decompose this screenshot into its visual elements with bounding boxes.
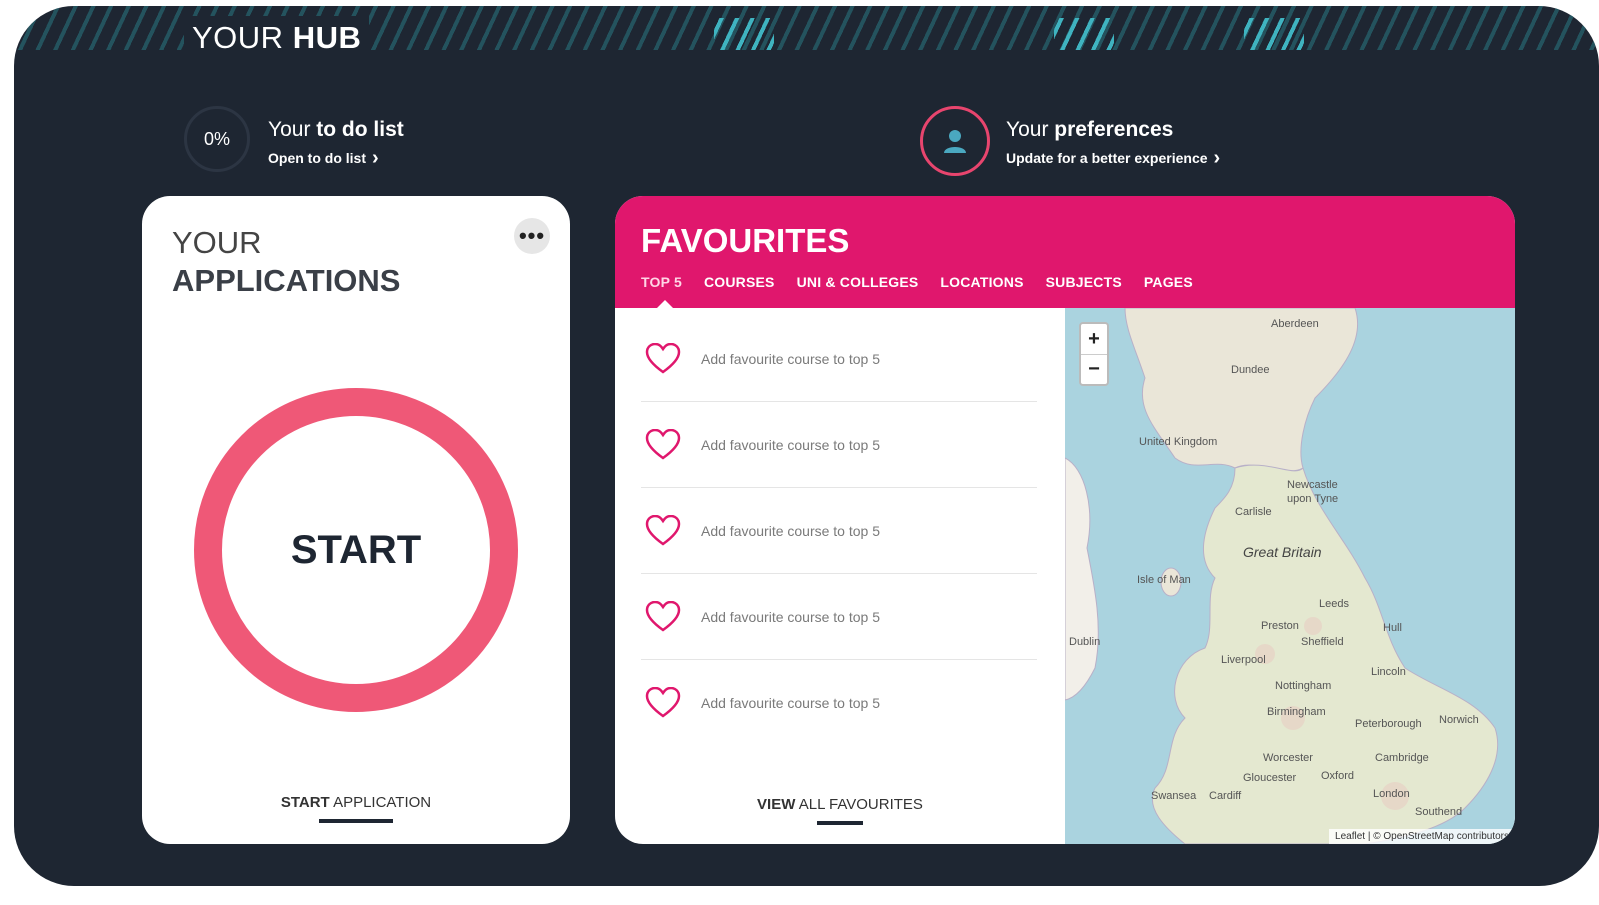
- map-label: Liverpool: [1221, 654, 1266, 666]
- open-todo-link[interactable]: Open to do list ›: [268, 147, 404, 169]
- preferences-section: Your preferences Update for a better exp…: [1006, 118, 1221, 169]
- map-label: Lincoln: [1371, 666, 1406, 678]
- applications-card: YOUR APPLICATIONS ••• START START APPLIC…: [142, 196, 570, 844]
- view-all-bold: VIEW: [757, 796, 796, 813]
- favourites-map[interactable]: + − Aberdeen Dundee United Kingdom Newca…: [1065, 308, 1515, 844]
- map-label: Nottingham: [1275, 680, 1332, 692]
- list-item[interactable]: Add favourite course to top 5: [641, 574, 1037, 660]
- chevron-right-icon: ›: [1213, 147, 1221, 169]
- map-zoom-controls: + −: [1079, 322, 1109, 386]
- tab-pages[interactable]: PAGES: [1144, 274, 1193, 290]
- favourites-card: FAVOURITES TOP 5 COURSES UNI & COLLEGES …: [615, 196, 1515, 844]
- update-preferences-link[interactable]: Update for a better experience ›: [1006, 147, 1221, 169]
- more-dots-icon: •••: [518, 223, 546, 248]
- tab-subjects[interactable]: SUBJECTS: [1046, 274, 1122, 290]
- favourite-item-text: Add favourite course to top 5: [701, 350, 880, 367]
- update-preferences-link-text: Update for a better experience: [1006, 150, 1208, 166]
- list-item[interactable]: Add favourite course to top 5: [641, 402, 1037, 488]
- more-options-button[interactable]: •••: [514, 218, 550, 254]
- start-progress-ring[interactable]: START: [194, 388, 518, 712]
- list-item[interactable]: Add favourite course to top 5: [641, 660, 1037, 746]
- map-label: Worcester: [1263, 752, 1313, 764]
- chevron-right-icon: ›: [372, 147, 379, 169]
- zoom-in-button[interactable]: +: [1081, 324, 1107, 354]
- map-label: Aberdeen: [1271, 318, 1319, 330]
- todo-heading-regular: Your: [268, 118, 311, 141]
- hub-title-regular: YOUR: [192, 20, 284, 55]
- favourite-item-text: Add favourite course to top 5: [701, 608, 880, 625]
- map-label: London: [1373, 788, 1410, 800]
- favourite-item-text: Add favourite course to top 5: [701, 695, 880, 711]
- user-icon[interactable]: [920, 106, 990, 176]
- heart-icon[interactable]: [645, 428, 681, 461]
- link-underline: [319, 819, 393, 823]
- hub-title-bold: HUB: [292, 20, 362, 55]
- map-label: Cambridge: [1375, 752, 1429, 764]
- preferences-heading-regular: Your: [1006, 118, 1049, 141]
- tab-top-5[interactable]: TOP 5: [641, 274, 682, 290]
- favourite-item-text: Add favourite course to top 5: [701, 522, 880, 539]
- hub-title: YOUR HUB: [184, 16, 370, 60]
- start-label: START: [290, 527, 422, 572]
- map-label: Leeds: [1319, 598, 1349, 610]
- map-label: United Kingdom: [1139, 436, 1218, 448]
- favourites-header: FAVOURITES TOP 5 COURSES UNI & COLLEGES …: [615, 196, 1515, 308]
- map-label: Southend: [1415, 806, 1463, 818]
- map-label: Dundee: [1231, 364, 1270, 376]
- map-label: Dublin: [1069, 636, 1101, 648]
- favourites-title: FAVOURITES: [641, 222, 850, 259]
- start-application-regular: APPLICATION: [333, 794, 432, 811]
- favourites-tabs: TOP 5 COURSES UNI & COLLEGES LOCATIONS S…: [641, 274, 1193, 290]
- map-label: Peterborough: [1355, 718, 1422, 730]
- tab-courses[interactable]: COURSES: [704, 274, 775, 290]
- map-label: Isle of Man: [1137, 574, 1191, 586]
- link-underline: [817, 821, 863, 825]
- map-label: Birmingham: [1267, 706, 1326, 718]
- todo-progress-ring[interactable]: 0%: [184, 106, 250, 172]
- active-tab-pointer: [657, 300, 673, 308]
- applications-title-line2: APPLICATIONS: [172, 263, 401, 298]
- map-label: Oxford: [1321, 770, 1355, 782]
- heart-icon[interactable]: [645, 687, 681, 719]
- preferences-heading: Your preferences: [1006, 118, 1220, 142]
- map-label: Newcastle upon Tyne: [1287, 479, 1339, 505]
- map-label: Norwich: [1439, 714, 1479, 726]
- map-label: Preston: [1261, 620, 1299, 632]
- view-all-regular: ALL FAVOURITES: [798, 796, 923, 813]
- tab-uni-colleges[interactable]: UNI & COLLEGES: [797, 274, 919, 290]
- list-item[interactable]: Add favourite course to top 5: [641, 316, 1037, 402]
- todo-percent: 0%: [203, 128, 230, 149]
- zoom-out-button[interactable]: −: [1081, 354, 1107, 384]
- map-label: Gloucester: [1243, 772, 1297, 784]
- list-item[interactable]: Add favourite course to top 5: [641, 488, 1037, 574]
- applications-title-line1: YOUR: [172, 225, 262, 260]
- heart-icon[interactable]: [645, 342, 681, 375]
- map-label: Cardiff: [1209, 790, 1242, 802]
- tab-locations[interactable]: LOCATIONS: [940, 274, 1023, 290]
- todo-heading-bold: to do list: [316, 118, 404, 141]
- todo-heading: Your to do list: [268, 118, 404, 142]
- map-label: Hull: [1383, 622, 1402, 634]
- start-application-bold: START: [280, 794, 330, 811]
- heart-icon[interactable]: [645, 600, 681, 633]
- heart-icon[interactable]: [645, 514, 681, 547]
- todo-section: Your to do list Open to do list ›: [268, 118, 404, 169]
- favourite-item-text: Add favourite course to top 5: [701, 436, 880, 453]
- start-application-link[interactable]: START APPLICATION: [142, 794, 570, 823]
- map-attribution[interactable]: Leaflet | © OpenStreetMap contributors: [1329, 829, 1515, 844]
- map-label: Sheffield: [1301, 636, 1344, 648]
- map-label: Carlisle: [1235, 506, 1272, 518]
- map-label: Great Britain: [1243, 544, 1322, 560]
- map-label: Swansea: [1151, 790, 1197, 802]
- applications-title: YOUR APPLICATIONS: [172, 224, 401, 300]
- favourites-list: Add favourite course to top 5 Add favour…: [641, 316, 1037, 746]
- preferences-heading-bold: preferences: [1054, 118, 1174, 141]
- open-todo-link-text: Open to do list: [268, 150, 366, 166]
- view-all-favourites-link[interactable]: VIEW ALL FAVOURITES: [615, 796, 1065, 825]
